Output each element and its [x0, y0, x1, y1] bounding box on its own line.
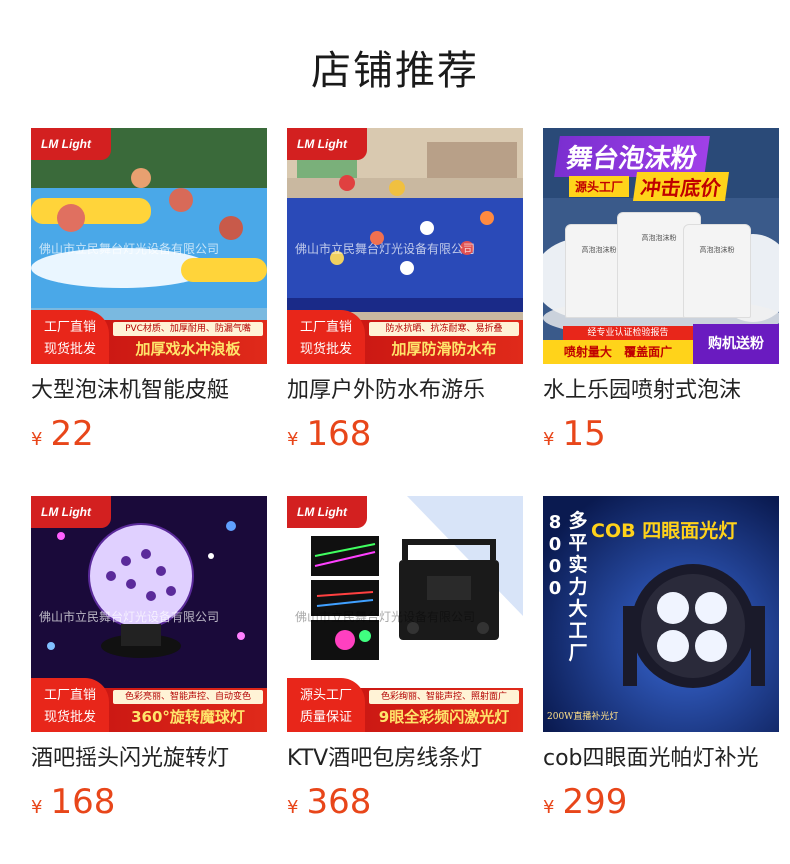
watermark-text: 佛山市立民舞台灯光设备有限公司 [295, 610, 476, 624]
product-card[interactable]: LM Light 佛山市立民舞台灯光设备有限公司 PVC材质、加厚耐用、防漏气嘴… [31, 128, 267, 496]
product-name[interactable]: 加厚户外防水布游乐 [287, 376, 523, 406]
cob-vertical-text: 多平实力大工厂 [568, 510, 588, 664]
promo-tag-line2: 现货批发 [43, 342, 96, 357]
currency-symbol: ¥ [543, 797, 555, 818]
promo-subtext: 防水抗晒、抗冻耐寒、易折叠 [369, 322, 519, 336]
price-value: 168 [50, 782, 116, 822]
currency-symbol: ¥ [31, 429, 43, 450]
promo-subtext: PVC材质、加厚耐用、防漏气嘴 [113, 322, 263, 336]
promo-headline: 加厚防滑防水布 [391, 340, 497, 358]
cob-number: 8000 [548, 512, 562, 599]
product-name[interactable]: 酒吧摇头闪光旋转灯 [31, 744, 267, 774]
promo-headline: 加厚戏水冲浪板 [135, 340, 241, 358]
cert-strip: 经专业认证检验报告 [563, 326, 693, 340]
brand-logo: LM Light [31, 496, 111, 528]
product-image[interactable]: 舞台泡沫粉 源头工厂 冲击底价 高泡泡沫粉 高泡泡沫粉 高泡泡沫粉 经专业认证检… [543, 128, 779, 364]
product-price: ¥15 [543, 414, 779, 454]
foam-sub1: 源头工厂 [569, 176, 630, 197]
product-card[interactable]: 8000 多平实力大工厂 COB 四眼面光灯 200W直播补光灯 cob四眼面光… [543, 496, 779, 864]
promo-tag-line2: 质量保证 [299, 710, 352, 725]
price-value: 168 [306, 414, 372, 454]
product-name[interactable]: cob四眼面光帕灯补光 [543, 744, 779, 774]
product-price: ¥299 [543, 782, 779, 822]
promo-headline: 360°旋转魔球灯 [131, 708, 245, 726]
promo-tag-line2: 现货批发 [43, 710, 96, 725]
product-name[interactable]: 水上乐园喷射式泡沫 [543, 376, 779, 406]
cob-title: COB 四眼面光灯 [591, 520, 738, 542]
promo-tag: 工厂直销 现货批发 [287, 310, 365, 364]
product-image[interactable]: LM Light 佛山市立民舞台灯光设备有限公司 色彩亮丽、智能声控、自动变色 … [31, 496, 267, 732]
price-value: 368 [306, 782, 372, 822]
product-name[interactable]: KTV酒吧包房线条灯 [287, 744, 523, 774]
currency-symbol: ¥ [287, 797, 299, 818]
product-price: ¥368 [287, 782, 523, 822]
product-card[interactable]: LM Light 佛山市立民舞台灯光设备有限公司 防水抗晒、抗冻耐寒、易折叠 加… [287, 128, 523, 496]
product-price: ¥22 [31, 414, 267, 454]
promo-tag-line1: 工厂直销 [299, 320, 352, 335]
cob-footer: 200W直播补光灯 [547, 712, 619, 722]
price-value: 15 [562, 414, 606, 454]
watermark-text: 佛山市立民舞台灯光设备有限公司 [295, 242, 476, 256]
buy-promo: 购机送粉 [693, 324, 779, 364]
foam-sub2: 冲击底价 [632, 172, 730, 201]
watermark-text: 佛山市立民舞台灯光设备有限公司 [39, 610, 220, 624]
promo-tag: 源头工厂 质量保证 [287, 678, 365, 732]
product-image[interactable]: LM Light 佛山市立民舞台灯光设备有限公司 色彩绚丽、智能声控、照射面广 … [287, 496, 523, 732]
watermark-text: 佛山市立民舞台灯光设备有限公司 [39, 242, 220, 256]
price-value: 299 [562, 782, 628, 822]
brand-logo: LM Light [31, 128, 111, 160]
section-title: 店铺推荐 [311, 48, 479, 94]
currency-symbol: ¥ [31, 797, 43, 818]
product-image[interactable]: 8000 多平实力大工厂 COB 四眼面光灯 200W直播补光灯 [543, 496, 779, 732]
foam-title: 舞台泡沫粉 [554, 136, 710, 177]
product-price: ¥168 [287, 414, 523, 454]
promo-headline: 9眼全彩频闪激光灯 [378, 708, 510, 726]
product-card[interactable]: 舞台泡沫粉 源头工厂 冲击底价 高泡泡沫粉 高泡泡沫粉 高泡泡沫粉 经专业认证检… [543, 128, 779, 496]
feature-strip: 喷射量大 覆盖面广 [543, 340, 693, 364]
bag-label: 高泡泡沫粉 [699, 246, 735, 254]
product-card[interactable]: LM Light 佛山市立民舞台灯光设备有限公司 色彩绚丽、智能声控、照射面广 … [287, 496, 523, 864]
product-bag: 高泡泡沫粉 [683, 224, 751, 318]
currency-symbol: ¥ [543, 429, 555, 450]
product-name[interactable]: 大型泡沫机智能皮艇 [31, 376, 267, 406]
product-price: ¥168 [31, 782, 267, 822]
product-grid: LM Light 佛山市立民舞台灯光设备有限公司 PVC材质、加厚耐用、防漏气嘴… [31, 128, 779, 864]
promo-tag-line2: 现货批发 [299, 342, 352, 357]
product-card[interactable]: LM Light 佛山市立民舞台灯光设备有限公司 色彩亮丽、智能声控、自动变色 … [31, 496, 267, 864]
promo-tag-line1: 工厂直销 [43, 688, 96, 703]
currency-symbol: ¥ [287, 429, 299, 450]
price-value: 22 [50, 414, 94, 454]
promo-tag-line1: 源头工厂 [299, 688, 352, 703]
brand-logo: LM Light [287, 496, 367, 528]
promo-subtext: 色彩绚丽、智能声控、照射面广 [369, 690, 519, 704]
promo-tag: 工厂直销 现货批发 [31, 678, 109, 732]
product-image[interactable]: LM Light 佛山市立民舞台灯光设备有限公司 防水抗晒、抗冻耐寒、易折叠 加… [287, 128, 523, 364]
promo-subtext: 色彩亮丽、智能声控、自动变色 [113, 690, 263, 704]
product-image[interactable]: LM Light 佛山市立民舞台灯光设备有限公司 PVC材质、加厚耐用、防漏气嘴… [31, 128, 267, 364]
promo-tag: 工厂直销 现货批发 [31, 310, 109, 364]
promo-tag-line1: 工厂直销 [43, 320, 96, 335]
brand-logo: LM Light [287, 128, 367, 160]
